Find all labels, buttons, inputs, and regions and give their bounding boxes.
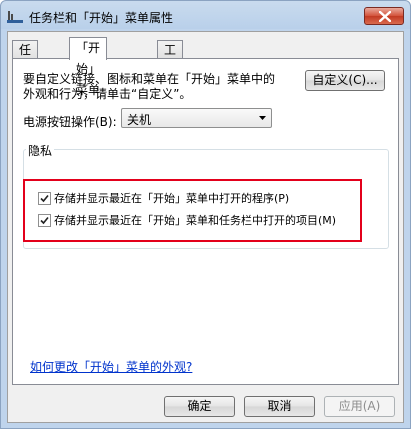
tab-start-menu[interactable]: 「开始」菜单 <box>69 37 108 97</box>
help-link[interactable]: 如何更改「开始」菜单的外观? <box>30 358 192 375</box>
recent-programs-option[interactable]: 存储并显示最近在「开始」菜单中打开的程序(P) <box>38 190 289 206</box>
power-button-value: 关机 <box>127 113 152 127</box>
power-button-label: 电源按钮操作(B): <box>23 115 117 129</box>
ok-button[interactable]: 确定 <box>164 396 235 417</box>
power-button-select[interactable]: 关机 <box>121 108 272 128</box>
window-title: 任务栏和「开始」菜单属性 <box>29 11 174 25</box>
apply-button[interactable]: 应用(A) <box>324 396 395 417</box>
title-bar[interactable]: 任务栏和「开始」菜单属性 <box>1 1 410 31</box>
checkmark-icon <box>40 216 49 224</box>
start-menu-panel: 要自定义链接、图标和菜单在「开始」菜单中的 外观和行为，请单击“自定义”。 自定… <box>12 58 399 385</box>
recent-items-label: 存储并显示最近在「开始」菜单和任务栏中打开的项目(M) <box>54 214 337 227</box>
privacy-group-label: 隐私 <box>26 142 55 159</box>
checkmark-icon <box>40 194 49 202</box>
dialog-client-area: 任务栏 「开始」菜单 工具栏 要自定义链接、图标和菜单在「开始」菜单中的 外观和… <box>7 31 404 423</box>
tab-taskbar[interactable]: 任务栏 <box>12 40 39 93</box>
recent-programs-checkbox[interactable] <box>38 191 51 205</box>
tab-toolbars[interactable]: 工具栏 <box>157 40 184 93</box>
recent-items-checkbox[interactable] <box>38 213 51 227</box>
dialog-window: 任务栏和「开始」菜单属性 任务栏 「开始」菜单 工具栏 要自定义链接、图标和菜单… <box>0 0 411 429</box>
customize-description: 要自定义链接、图标和菜单在「开始」菜单中的 外观和行为，请单击“自定义”。 <box>23 72 283 102</box>
close-icon <box>379 11 391 22</box>
recent-programs-label: 存储并显示最近在「开始」菜单中打开的程序(P) <box>54 192 290 205</box>
customize-button[interactable]: 自定义(C)... <box>305 70 385 91</box>
highlight-annotation-box <box>23 179 362 242</box>
close-button[interactable] <box>364 7 404 25</box>
taskbar-app-icon <box>7 9 23 23</box>
description-line-1: 要自定义链接、图标和菜单在「开始」菜单中的 <box>23 72 276 86</box>
chevron-down-icon <box>259 116 266 120</box>
cancel-button[interactable]: 取消 <box>244 396 315 417</box>
description-line-2: 外观和行为，请单击“自定义”。 <box>23 87 192 101</box>
recent-items-option[interactable]: 存储并显示最近在「开始」菜单和任务栏中打开的项目(M) <box>38 212 336 228</box>
